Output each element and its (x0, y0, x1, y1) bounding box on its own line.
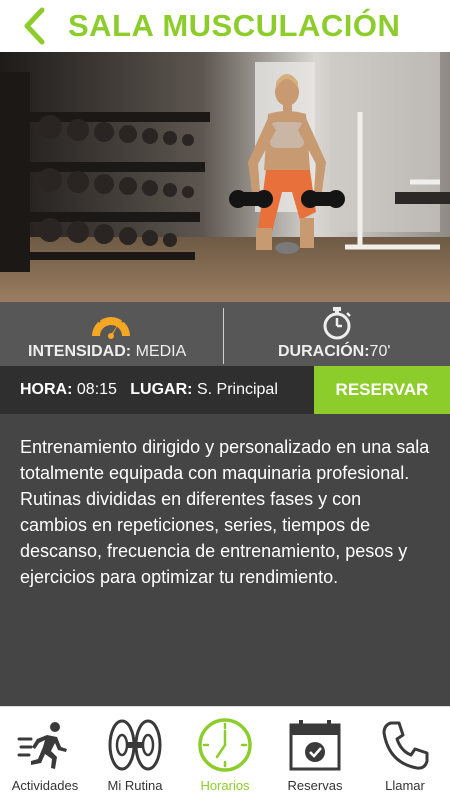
duration-stat: DURACIÓN:70' (226, 302, 450, 366)
reserve-button[interactable]: RESERVAR (314, 366, 450, 414)
chevron-left-icon (24, 7, 45, 45)
booking-info: HORA: 08:15 LUGAR: S. Principal (20, 366, 278, 414)
calendar-check-icon (289, 720, 341, 771)
weight-plates-icon (108, 719, 162, 771)
tab-label: Reservas (287, 778, 343, 793)
description-panel: Entrenamiento dirigido y personalizado e… (0, 414, 450, 706)
tab-label: Llamar (385, 778, 425, 793)
tab-llamar[interactable]: Llamar (360, 707, 450, 801)
intensity-label: INTENSIDAD: (28, 343, 132, 360)
time-label: HORA: (20, 381, 73, 398)
stats-divider (223, 308, 224, 364)
stopwatch-icon (323, 307, 351, 340)
tab-label: Mi Rutina (107, 778, 163, 793)
time-value: 08:15 (76, 381, 117, 398)
back-button[interactable] (18, 6, 52, 46)
tab-horarios[interactable]: Horarios (180, 707, 270, 801)
tab-label: Horarios (200, 778, 250, 793)
tab-label: Actividades (11, 778, 79, 793)
bottom-tab-bar: Actividades Mi Rutina Horarios Reservas … (0, 706, 450, 801)
duration-value: 70' (369, 343, 391, 360)
activity-description: Entrenamiento dirigido y personalizado e… (20, 437, 430, 587)
tab-reservas[interactable]: Reservas (270, 707, 360, 801)
clock-icon (198, 718, 252, 772)
running-person-icon (17, 722, 67, 769)
place-value: S. Principal (196, 381, 278, 398)
place-label: LUGAR: (130, 381, 193, 398)
app-header: SALA MUSCULACIÓN (0, 0, 450, 52)
intensity-stat: INTENSIDAD: MEDIA (0, 302, 224, 366)
intensity-value: MEDIA (135, 343, 187, 360)
tab-actividades[interactable]: Actividades (0, 707, 90, 801)
phone-icon (382, 721, 429, 770)
booking-bar: HORA: 08:15 LUGAR: S. Principal RESERVAR (0, 366, 450, 414)
page-title: SALA MUSCULACIÓN (68, 8, 401, 43)
tab-mi-rutina[interactable]: Mi Rutina (90, 707, 180, 801)
gauge-icon (92, 311, 130, 339)
duration-label: DURACIÓN: (278, 343, 370, 360)
hero-image (0, 52, 450, 302)
stats-bar: INTENSIDAD: MEDIA DURACIÓN:70' (0, 302, 450, 366)
